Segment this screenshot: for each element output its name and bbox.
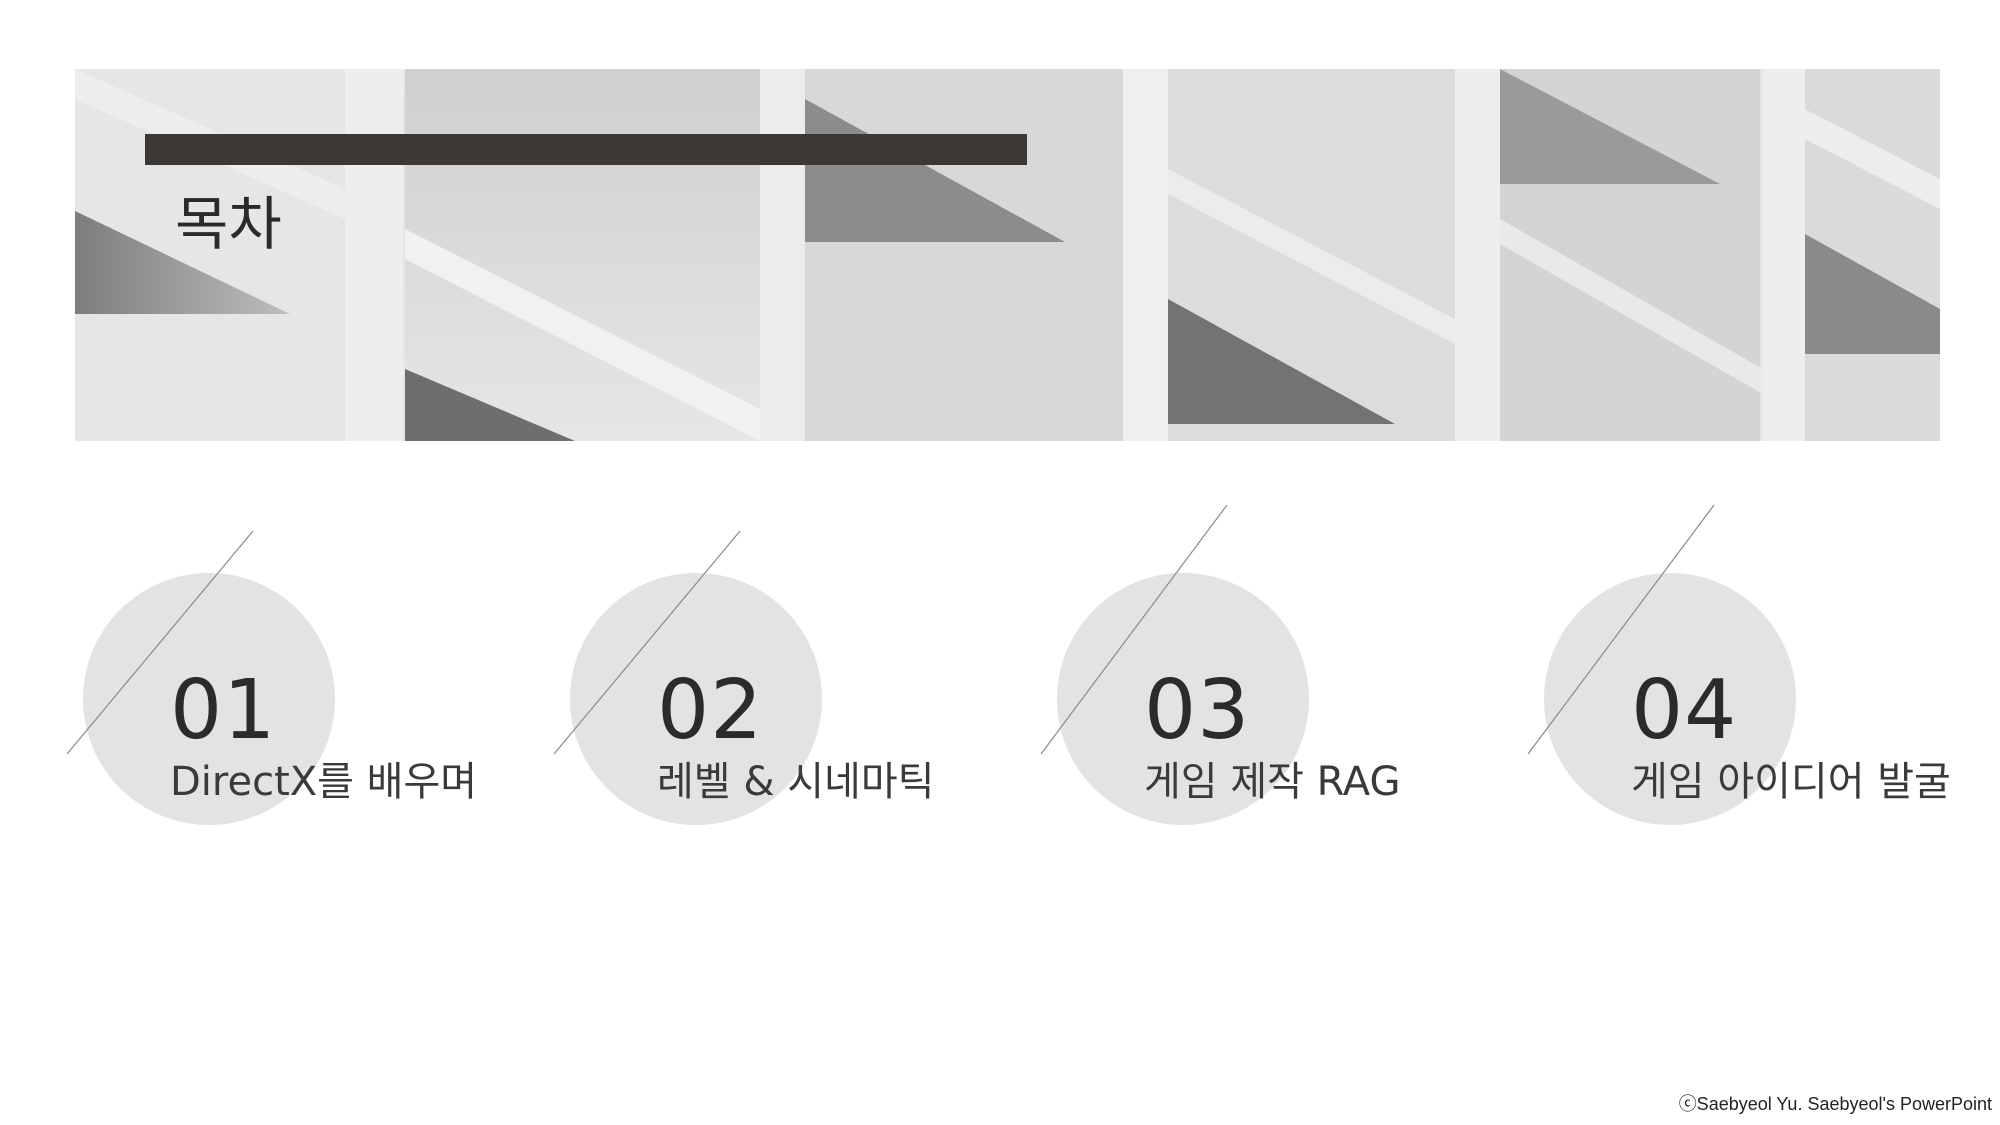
slide: 목차 01 DirectX를 배우며 02 레벨 & 시네마틱 03 게임 제작… — [0, 0, 2000, 1125]
item-number: 03 — [1144, 663, 1251, 758]
copyright-footer: ⓒSaebyeol Yu. Saebyeol's PowerPoint — [1678, 1094, 1992, 1114]
toc-item-01: 01 DirectX를 배우며 — [66, 500, 545, 860]
item-label: 게임 제작 RAG — [1144, 759, 1401, 805]
item-number: 02 — [657, 663, 764, 758]
title-bar — [145, 134, 1027, 165]
architecture-photo — [75, 69, 1940, 441]
toc-item-02: 02 레벨 & 시네마틱 — [553, 500, 1032, 860]
item-number: 04 — [1631, 663, 1738, 758]
item-label: 게임 아이디어 발굴 — [1631, 759, 1951, 805]
item-label: 레벨 & 시네마틱 — [657, 759, 935, 805]
header-banner-image — [75, 69, 1940, 441]
toc-item-03: 03 게임 제작 RAG — [1040, 500, 1519, 860]
item-label: DirectX를 배우며 — [170, 759, 478, 805]
toc-item-04: 04 게임 아이디어 발굴 — [1527, 500, 2000, 860]
item-number: 01 — [170, 663, 277, 758]
page-title: 목차 — [175, 190, 282, 258]
